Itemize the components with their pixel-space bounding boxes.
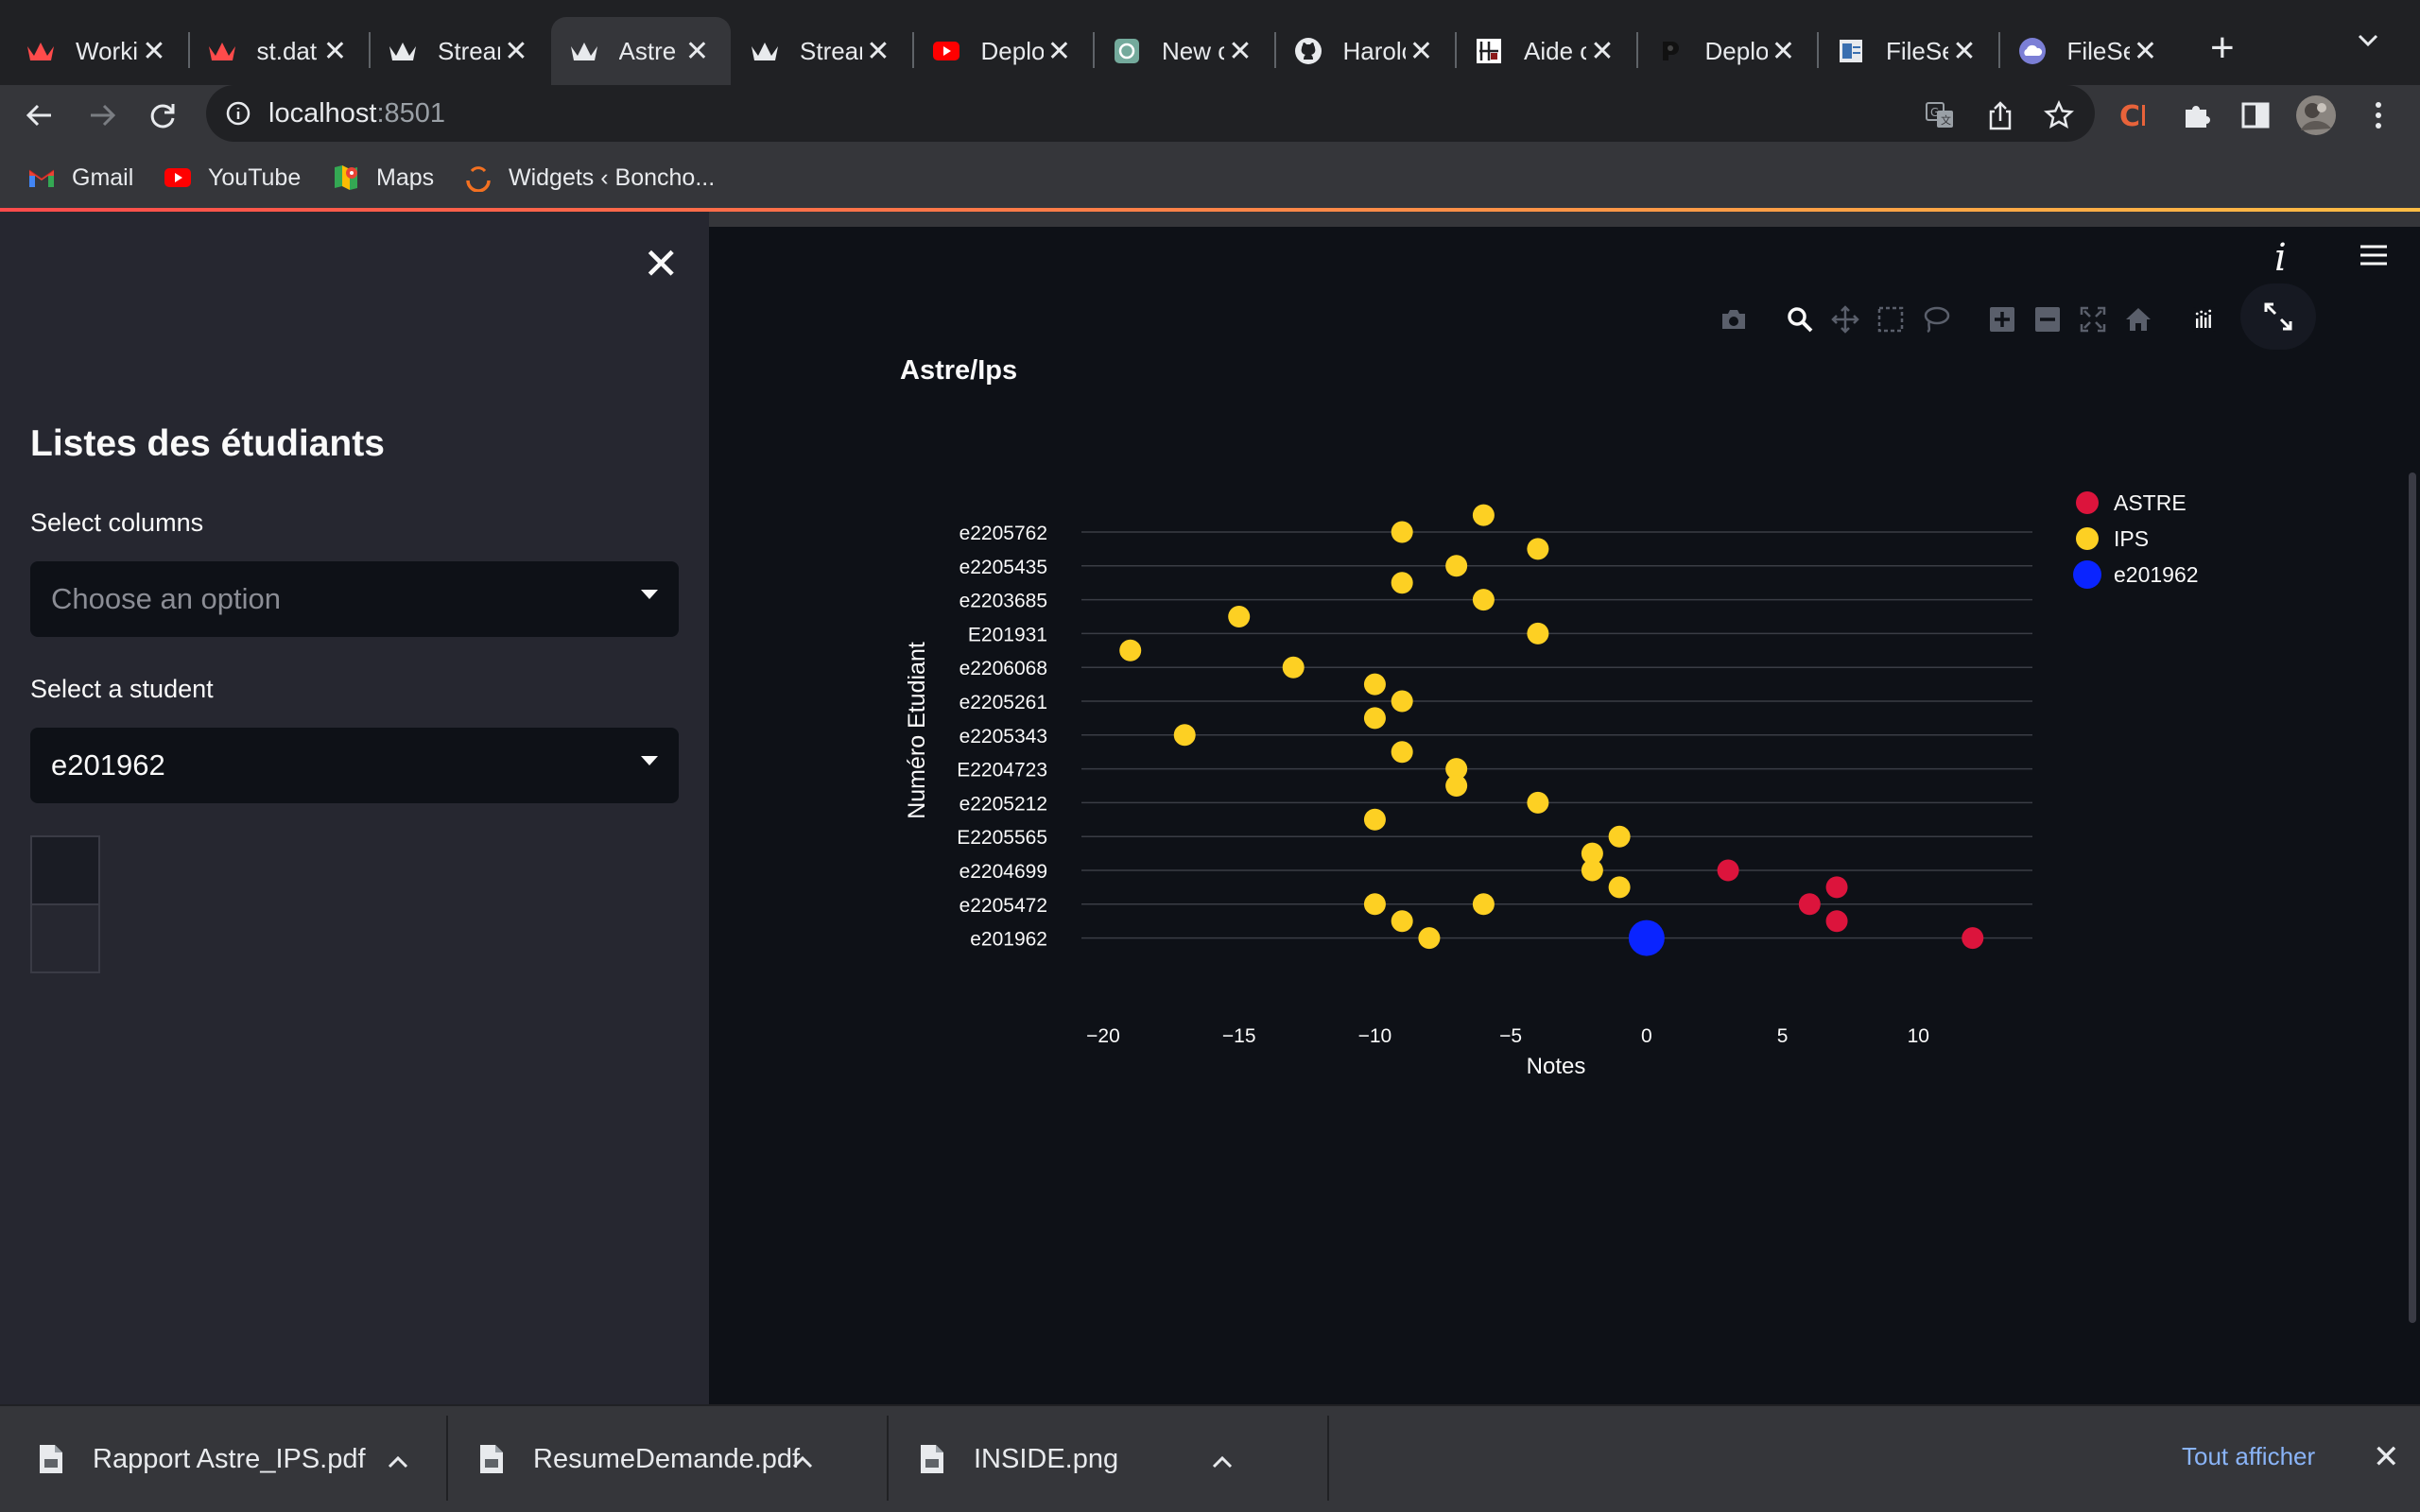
data-point-ips (1418, 927, 1441, 950)
file-icon (921, 1445, 943, 1473)
legend-item[interactable]: ASTRE (2076, 488, 2187, 518)
data-point-ips (1445, 555, 1468, 577)
legend-label: e201962 (2114, 561, 2199, 587)
y-tick-label: e2205762 (959, 523, 1047, 544)
data-point-ips (1445, 775, 1468, 797)
y-tick-label: e2206068 (959, 658, 1047, 679)
y-tick-label: e201962 (970, 929, 1047, 951)
legend-label: IPS (2114, 525, 2150, 551)
data-point-ips (1472, 504, 1495, 526)
download-item[interactable]: ResumeDemande.pdf (478, 1436, 875, 1482)
legend-marker (2073, 560, 2101, 589)
y-axis-title: Numéro Etudiant (904, 642, 930, 819)
divider (446, 1416, 448, 1501)
data-point-ips (1391, 910, 1413, 933)
data-point-ips (1119, 639, 1142, 662)
divider (1327, 1416, 1329, 1501)
legend-item[interactable]: e201962 (2073, 559, 2199, 590)
legend-marker (2076, 527, 2099, 550)
data-point-ips (1391, 741, 1413, 764)
data-point-ips (1391, 572, 1413, 594)
y-tick-label: e2205212 (959, 793, 1047, 815)
data-point-ips (1472, 589, 1495, 611)
data-point-ips (1391, 521, 1413, 543)
x-tick-label: 5 (1777, 1025, 1789, 1047)
data-point-ips (1282, 656, 1305, 679)
y-tick-label: e2205343 (959, 726, 1047, 747)
x-tick-label: −15 (1222, 1025, 1256, 1047)
download-filename: Rapport Astre_IPS.pdf (93, 1443, 366, 1474)
scatter-plot[interactable]: e2205762 e2205435 e2203685 E201931 e2206068 e… (0, 0, 2420, 1512)
legend-marker (2076, 491, 2099, 514)
data-point-ips (1363, 808, 1386, 831)
data-point-astre (1825, 876, 1848, 899)
data-point-ips (1363, 893, 1386, 916)
chevron-up-icon[interactable] (388, 1446, 408, 1475)
close-downloads-bar-icon[interactable]: ✕ (2373, 1438, 2400, 1476)
legend-label: ASTRE (2114, 490, 2187, 515)
data-point-ips (1173, 724, 1196, 747)
y-tick-label: E2205565 (957, 827, 1047, 849)
download-filename: ResumeDemande.pdf (533, 1443, 801, 1474)
data-point-astre (1717, 859, 1739, 882)
x-tick-label: 0 (1641, 1025, 1652, 1047)
file-icon (480, 1445, 503, 1473)
data-point-ips (1527, 791, 1549, 814)
data-point-ips (1608, 876, 1631, 899)
y-tick-label: E2204723 (957, 760, 1047, 782)
data-point-e201962 (1628, 919, 1665, 956)
show-all-downloads-button[interactable]: Tout afficher (2182, 1442, 2315, 1471)
data-point-ips (1527, 538, 1549, 560)
data-point-astre (1825, 910, 1848, 933)
chevron-up-icon[interactable] (792, 1446, 813, 1475)
chevron-up-icon[interactable] (1212, 1446, 1233, 1475)
data-point-ips (1228, 606, 1251, 627)
y-tick-label: e2205472 (959, 895, 1047, 917)
data-point-astre (1962, 927, 1984, 950)
download-item[interactable]: Rapport Astre_IPS.pdf (38, 1436, 435, 1482)
download-item[interactable]: INSIDE.png (919, 1436, 1316, 1482)
y-tick-label: e2205435 (959, 557, 1047, 578)
y-tick-label: E201931 (968, 624, 1047, 645)
data-point-ips (1527, 622, 1549, 644)
y-tick-label: e2205261 (959, 692, 1047, 713)
data-point-ips (1391, 690, 1413, 713)
file-icon (40, 1445, 62, 1473)
legend-item[interactable]: IPS (2076, 524, 2149, 554)
y-tick-label: e2204699 (959, 861, 1047, 883)
divider (887, 1416, 889, 1501)
data-point-ips (1608, 825, 1631, 848)
x-tick-label: 10 (1908, 1025, 1929, 1047)
data-point-ips (1363, 707, 1386, 730)
x-axis-title: Notes (1527, 1054, 1586, 1079)
data-point-ips (1363, 673, 1386, 696)
y-tick-label: e2203685 (959, 591, 1047, 612)
x-tick-label: −5 (1499, 1025, 1522, 1047)
download-filename: INSIDE.png (974, 1443, 1119, 1474)
x-tick-label: −10 (1358, 1025, 1392, 1047)
data-point-ips (1472, 893, 1495, 916)
x-tick-label: −20 (1086, 1025, 1120, 1047)
data-point-ips (1581, 859, 1603, 882)
data-point-astre (1798, 893, 1821, 916)
